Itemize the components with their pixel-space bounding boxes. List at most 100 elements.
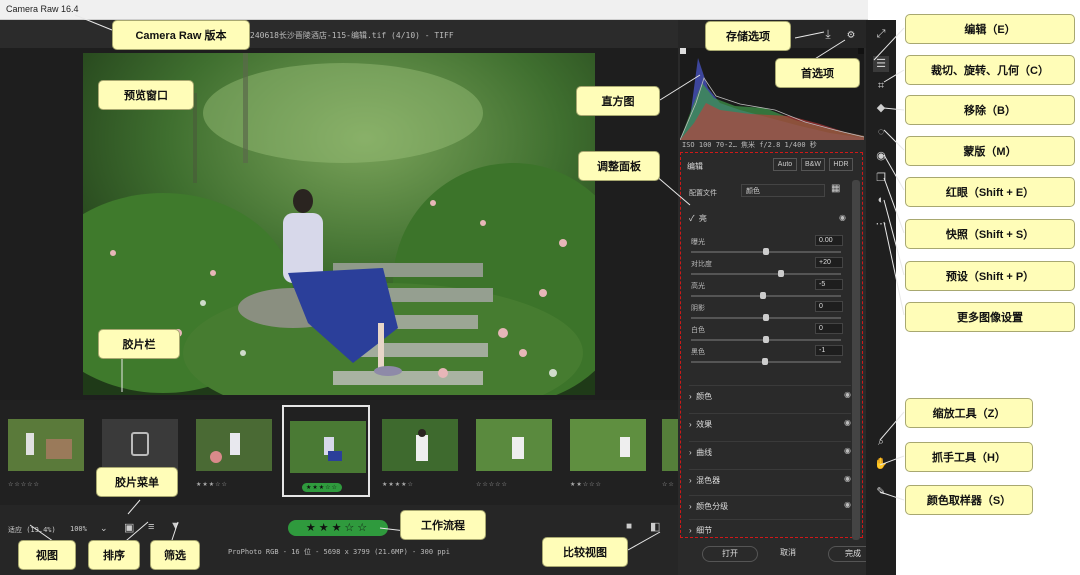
- callout-filmstrip: 胶片栏: [98, 329, 180, 359]
- slider-value[interactable]: 0: [815, 301, 843, 312]
- slider-value[interactable]: +20: [815, 257, 843, 268]
- compare-view-icon[interactable]: ◧: [650, 520, 660, 533]
- thumb-rating[interactable]: ☆☆☆☆☆: [8, 481, 40, 488]
- slider-whites[interactable]: 白色 0: [691, 323, 843, 345]
- thumb-image: [476, 419, 552, 471]
- thumb-rating[interactable]: ★★☆☆☆: [570, 481, 602, 488]
- slider-thumb[interactable]: [778, 270, 784, 277]
- callout-histogram: 直方图: [576, 86, 660, 116]
- edit-title: 编辑: [687, 162, 703, 171]
- bw-button[interactable]: B&W: [801, 158, 825, 171]
- thumb-rating[interactable]: ★★★☆☆: [302, 483, 342, 492]
- hand-icon[interactable]: ✋: [873, 456, 889, 472]
- filmstrip-thumb-selected[interactable]: ★★★☆☆: [282, 405, 370, 497]
- filmstrip-thumb[interactable]: ★★★☆☆: [190, 405, 278, 497]
- redeye-icon[interactable]: ◉: [873, 148, 889, 164]
- slider-shadows[interactable]: 阴影 0: [691, 301, 843, 323]
- callout-edit: 编辑（E）: [905, 14, 1075, 44]
- eraser-icon[interactable]: ◆: [873, 100, 889, 116]
- slider-value[interactable]: 0.00: [815, 235, 843, 246]
- slider-thumb[interactable]: [760, 292, 766, 299]
- section-mixer[interactable]: › 混色器 ◉: [689, 469, 851, 487]
- profile-browser-icon[interactable]: ▦: [831, 183, 840, 194]
- slider-contrast[interactable]: 对比度 +20: [691, 257, 843, 279]
- slider-thumb[interactable]: [762, 358, 768, 365]
- light-section-title[interactable]: ✓ 亮: [689, 213, 707, 224]
- callout-compare: 比较视图: [542, 537, 628, 567]
- callout-redeye: 红眼（Shift + E）: [905, 177, 1075, 207]
- rating-stars[interactable]: ★★★☆☆: [288, 520, 388, 536]
- sort-icon[interactable]: ≡: [148, 521, 154, 533]
- open-button[interactable]: 打开: [702, 546, 758, 562]
- zoom-level[interactable]: 100%: [70, 525, 87, 533]
- right-panel: ISO 100 70-2… 焦米 f/2.8 1/400 秒 编辑 Auto B…: [678, 48, 866, 575]
- section-color-grading[interactable]: › 颜色分级 ◉: [689, 495, 851, 513]
- save-options-icon[interactable]: ⤓: [820, 26, 836, 42]
- filmstrip-thumb[interactable]: ★★★★☆: [376, 405, 464, 497]
- slider-blacks[interactable]: 黑色 -1: [691, 345, 843, 367]
- edit-icon[interactable]: ☰: [873, 56, 889, 72]
- gear-icon[interactable]: ⚙: [843, 26, 859, 42]
- mask-icon[interactable]: ◌: [873, 124, 889, 140]
- thumb-rating[interactable]: ☆☆☆☆☆: [476, 481, 508, 488]
- tool-rail: ⤢ ☰ ⌗ ◆ ◌ ◉ ❐ ◐ ⋯ ⌕ ✋ ✎: [866, 20, 896, 575]
- filmstrip-thumb[interactable]: ☆☆☆☆☆: [2, 405, 90, 497]
- single-view-icon[interactable]: ■: [626, 521, 632, 532]
- section-detail[interactable]: › 细节: [689, 519, 851, 537]
- more-icon[interactable]: ⋯: [873, 216, 889, 232]
- presets-icon[interactable]: ◐: [873, 192, 889, 208]
- panel-scrollbar[interactable]: [852, 180, 860, 540]
- eye-icon[interactable]: ◉: [844, 390, 851, 399]
- callout-color-sampler: 颜色取样器（S）: [905, 485, 1033, 515]
- callout-filter: 筛选: [150, 540, 200, 570]
- thumb-rating[interactable]: ★★★☆☆: [196, 481, 228, 488]
- expand-icon[interactable]: ⤢: [873, 26, 889, 42]
- callout-view: 视图: [18, 540, 76, 570]
- callout-workflow: 工作流程: [400, 510, 486, 540]
- file-bar: 240618长沙晋陵酒店-115-编辑.tif (4/10) - TIFF ⤓ …: [0, 20, 855, 48]
- auto-button[interactable]: Auto: [773, 158, 797, 171]
- workflow-options[interactable]: ProPhoto RGB - 16 位 - 5698 x 3799 (21.6M…: [228, 547, 450, 557]
- section-curve[interactable]: › 曲线 ◉: [689, 441, 851, 459]
- filmstrip-menu-icon[interactable]: ▣: [124, 521, 134, 534]
- slider-value[interactable]: -1: [815, 345, 843, 356]
- eye-icon[interactable]: ◉: [844, 500, 851, 509]
- thumb-image: [102, 419, 178, 471]
- chevron-down-icon[interactable]: ⌄: [100, 523, 108, 534]
- thumb-rating[interactable]: ☆☆: [662, 481, 675, 488]
- zoom-icon[interactable]: ⌕: [873, 434, 889, 450]
- slider-thumb[interactable]: [763, 248, 769, 255]
- action-buttons: 打开 取消 完成: [680, 540, 878, 570]
- section-effects[interactable]: › 效果 ◉: [689, 413, 851, 431]
- eye-icon[interactable]: ◉: [844, 446, 851, 455]
- eye-icon[interactable]: ◉: [839, 213, 846, 222]
- snapshot-icon[interactable]: ❐: [873, 170, 889, 186]
- section-color[interactable]: › 颜色 ◉: [689, 385, 851, 403]
- slider-thumb[interactable]: [763, 336, 769, 343]
- callout-preview: 预览窗口: [98, 80, 194, 110]
- filmstrip-thumb[interactable]: ☆☆☆☆☆: [470, 405, 558, 497]
- slider-highlights[interactable]: 高光 -5: [691, 279, 843, 301]
- slider-thumb[interactable]: [763, 314, 769, 321]
- cancel-button[interactable]: 取消: [764, 546, 812, 562]
- profile-select[interactable]: 颜色: [741, 184, 825, 197]
- slider-exposure[interactable]: 曝光 0.00: [691, 235, 843, 257]
- thumb-rating[interactable]: ★★★★☆: [382, 481, 414, 488]
- eye-icon[interactable]: ◉: [844, 474, 851, 483]
- thumb-image: [196, 419, 272, 471]
- filmstrip-thumb[interactable]: ★★☆☆☆: [564, 405, 652, 497]
- slider-value[interactable]: -5: [815, 279, 843, 290]
- slider-value[interactable]: 0: [815, 323, 843, 334]
- eye-icon[interactable]: ◉: [844, 418, 851, 427]
- filmstrip-thumb[interactable]: ☆☆: [656, 405, 678, 497]
- slider-track: [691, 273, 841, 275]
- hdr-button[interactable]: HDR: [829, 158, 853, 171]
- callout-filmstrip-menu: 胶片菜单: [96, 467, 178, 497]
- crop-icon[interactable]: ⌗: [873, 78, 889, 94]
- eyedropper-icon[interactable]: ✎: [873, 484, 889, 500]
- window-titlebar: Camera Raw 16.4: [0, 0, 868, 20]
- fit-zoom[interactable]: 适应 (19.4%): [8, 525, 56, 535]
- slider-label: 曝光: [691, 239, 705, 246]
- filter-icon[interactable]: ▼: [170, 520, 181, 532]
- callout-snapshot: 快照（Shift + S）: [905, 219, 1075, 249]
